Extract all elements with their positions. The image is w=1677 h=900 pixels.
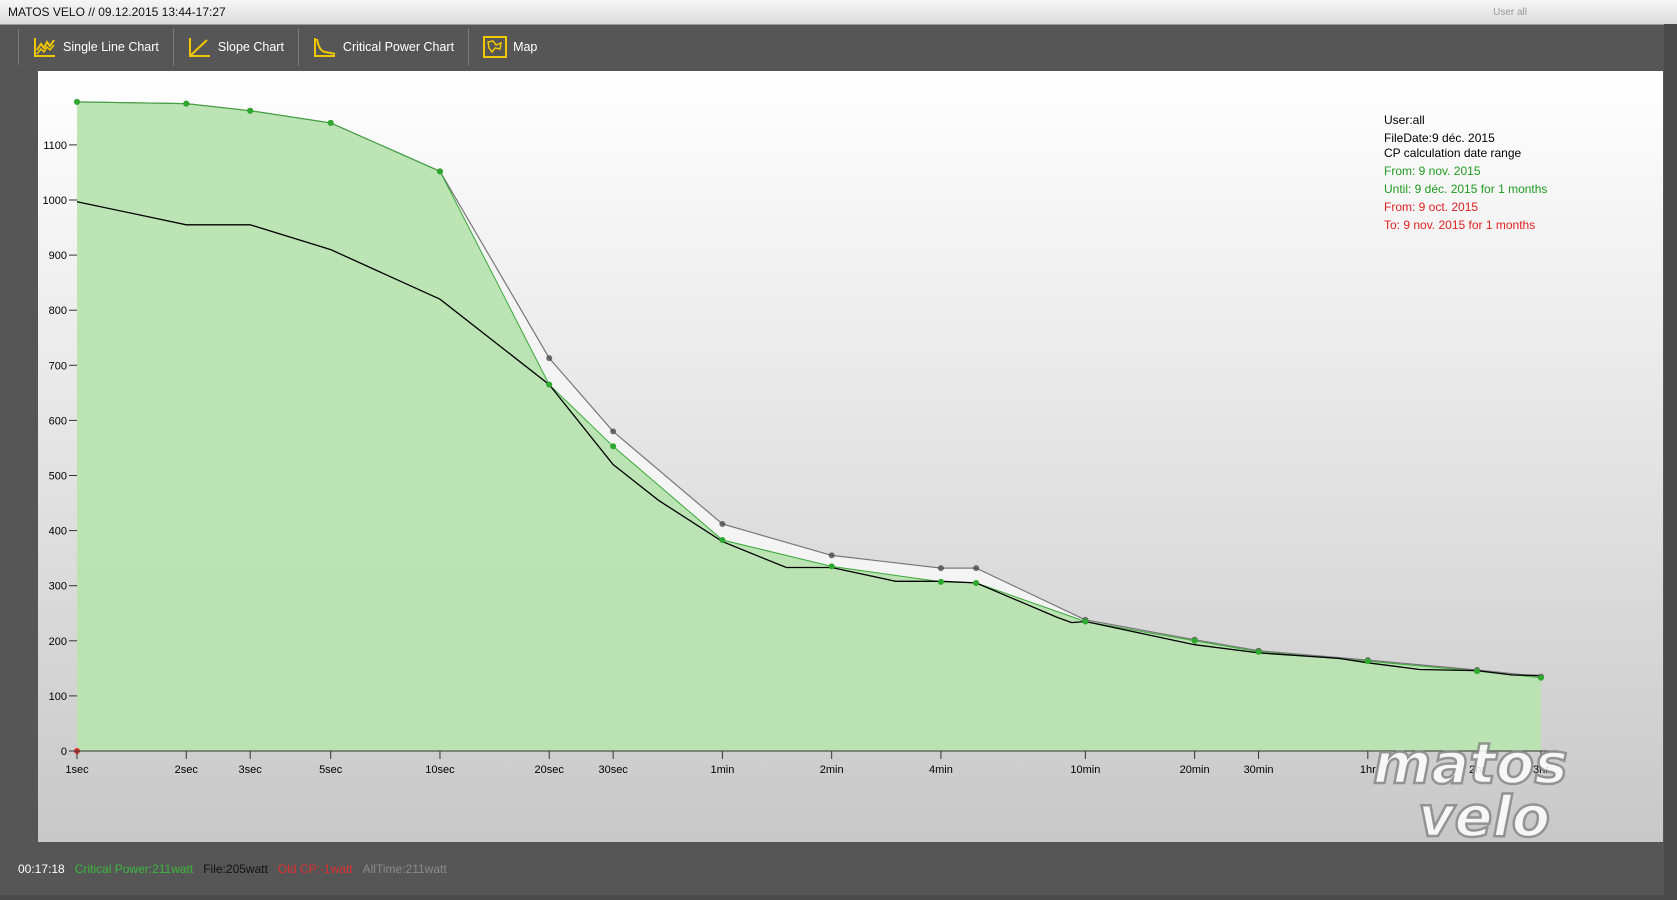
x-tick-label: 2min xyxy=(820,764,844,776)
line-chart-icon xyxy=(34,38,55,57)
y-tick-label: 0 xyxy=(61,746,67,758)
alltime-point xyxy=(719,520,726,527)
critical-power-point xyxy=(719,536,726,543)
critical-power-point xyxy=(327,119,334,126)
alltime-point xyxy=(828,552,835,559)
critical-power-point xyxy=(546,381,553,388)
critical-power-point xyxy=(436,168,443,175)
map-label: Map xyxy=(513,40,538,54)
critical-power-chart-label: Critical Power Chart xyxy=(342,40,455,54)
status-alltime: AllTime:211watt xyxy=(362,862,447,876)
window-bottom-edge xyxy=(0,895,1677,900)
legend-range-title: CP calculation date range xyxy=(1384,146,1522,160)
critical-power-chart-button[interactable]: Critical Power Chart xyxy=(299,28,470,66)
alltime-point xyxy=(546,355,553,362)
alltime-point xyxy=(610,428,617,435)
legend-user: User:all xyxy=(1384,113,1425,127)
y-tick-label: 1100 xyxy=(43,140,67,152)
x-tick-label: 1sec xyxy=(65,764,89,776)
slope-chart-icon xyxy=(188,38,210,57)
critical-power-point xyxy=(1474,668,1481,675)
status-old-cp: Old CP:-1watt xyxy=(277,862,353,876)
y-tick-label: 800 xyxy=(49,305,67,317)
map-icon xyxy=(483,36,508,58)
legend-file-date: FileDate:9 déc. 2015 xyxy=(1384,131,1495,145)
x-tick-label: 30min xyxy=(1244,764,1274,776)
critical-power-point xyxy=(247,107,254,114)
x-tick-label: 1min xyxy=(710,764,734,776)
status-file-power: File:205watt xyxy=(203,862,268,876)
y-tick-label: 600 xyxy=(49,415,67,427)
legend-until-green: Until: 9 déc. 2015 for 1 months xyxy=(1384,182,1547,196)
critical-power-point xyxy=(74,98,80,105)
window-title: MATOS VELO // 09.12.2015 13:44-17:27 xyxy=(8,5,226,19)
x-tick-label: 2sec xyxy=(175,764,199,776)
y-tick-label: 400 xyxy=(49,526,67,538)
critical-power-point xyxy=(610,443,617,450)
x-tick-label: 10sec xyxy=(425,764,455,776)
watermark-text-bottom: velo xyxy=(1418,785,1550,842)
single-line-chart-label: Single Line Chart xyxy=(63,40,159,54)
x-tick-label: 5sec xyxy=(319,764,343,776)
status-bar: 00:17:18 Critical Power:211watt File:205… xyxy=(18,862,447,876)
x-tick-label: 10min xyxy=(1070,764,1100,776)
critical-power-chart: 0 100 200 300 400 500 600 700 800 900 1000 1100 1sec… xyxy=(38,71,1663,851)
critical-power-point xyxy=(1255,648,1262,655)
y-tick-label: 300 xyxy=(49,581,67,593)
y-tick-label: 500 xyxy=(49,471,67,483)
title-bar: MATOS VELO // 09.12.2015 13:44-17:27 Use… xyxy=(0,0,1677,25)
legend-from-green: From: 9 nov. 2015 xyxy=(1384,164,1481,178)
critical-power-point xyxy=(973,579,980,586)
x-tick-label: 30sec xyxy=(598,764,628,776)
y-tick-label: 100 xyxy=(49,691,67,703)
status-critical-power: Critical Power:211watt xyxy=(74,862,194,876)
map-button[interactable]: Map xyxy=(469,28,551,66)
slope-chart-button[interactable]: Slope Chart xyxy=(174,28,299,66)
x-tick-label: 4min xyxy=(929,764,953,776)
window-right-edge xyxy=(1664,24,1677,900)
y-tick-label: 200 xyxy=(49,636,67,648)
toolbar: Single Line Chart Slope Chart Critical P… xyxy=(18,28,551,66)
chart-svg: 0 100 200 300 400 500 600 700 800 900 1000 1100 1sec… xyxy=(38,71,1663,851)
critical-power-point xyxy=(1538,674,1544,681)
critical-power-point xyxy=(1082,618,1089,625)
y-tick-label: 900 xyxy=(49,250,67,262)
user-ghost-label: User all xyxy=(1493,7,1527,18)
legend-from-red: From: 9 oct. 2015 xyxy=(1384,200,1478,214)
critical-power-point xyxy=(1364,658,1371,665)
critical-power-point xyxy=(937,578,944,585)
x-tick-label: 20min xyxy=(1180,764,1210,776)
critical-power-chart-icon xyxy=(313,38,336,57)
y-tick-label: 700 xyxy=(49,360,67,372)
critical-power-point xyxy=(1191,637,1198,644)
legend-to-red: To: 9 nov. 2015 for 1 months xyxy=(1384,218,1535,232)
critical-power-point xyxy=(183,100,190,107)
status-elapsed-time: 00:17:18 xyxy=(18,862,65,876)
single-line-chart-button[interactable]: Single Line Chart xyxy=(19,28,174,66)
x-tick-label: 20sec xyxy=(535,764,565,776)
y-tick-label: 1000 xyxy=(43,195,67,207)
slope-chart-label: Slope Chart xyxy=(217,40,284,54)
alltime-point xyxy=(937,565,944,572)
alltime-point xyxy=(973,565,980,572)
x-tick-label: 3sec xyxy=(239,764,263,776)
critical-power-point xyxy=(828,563,835,570)
